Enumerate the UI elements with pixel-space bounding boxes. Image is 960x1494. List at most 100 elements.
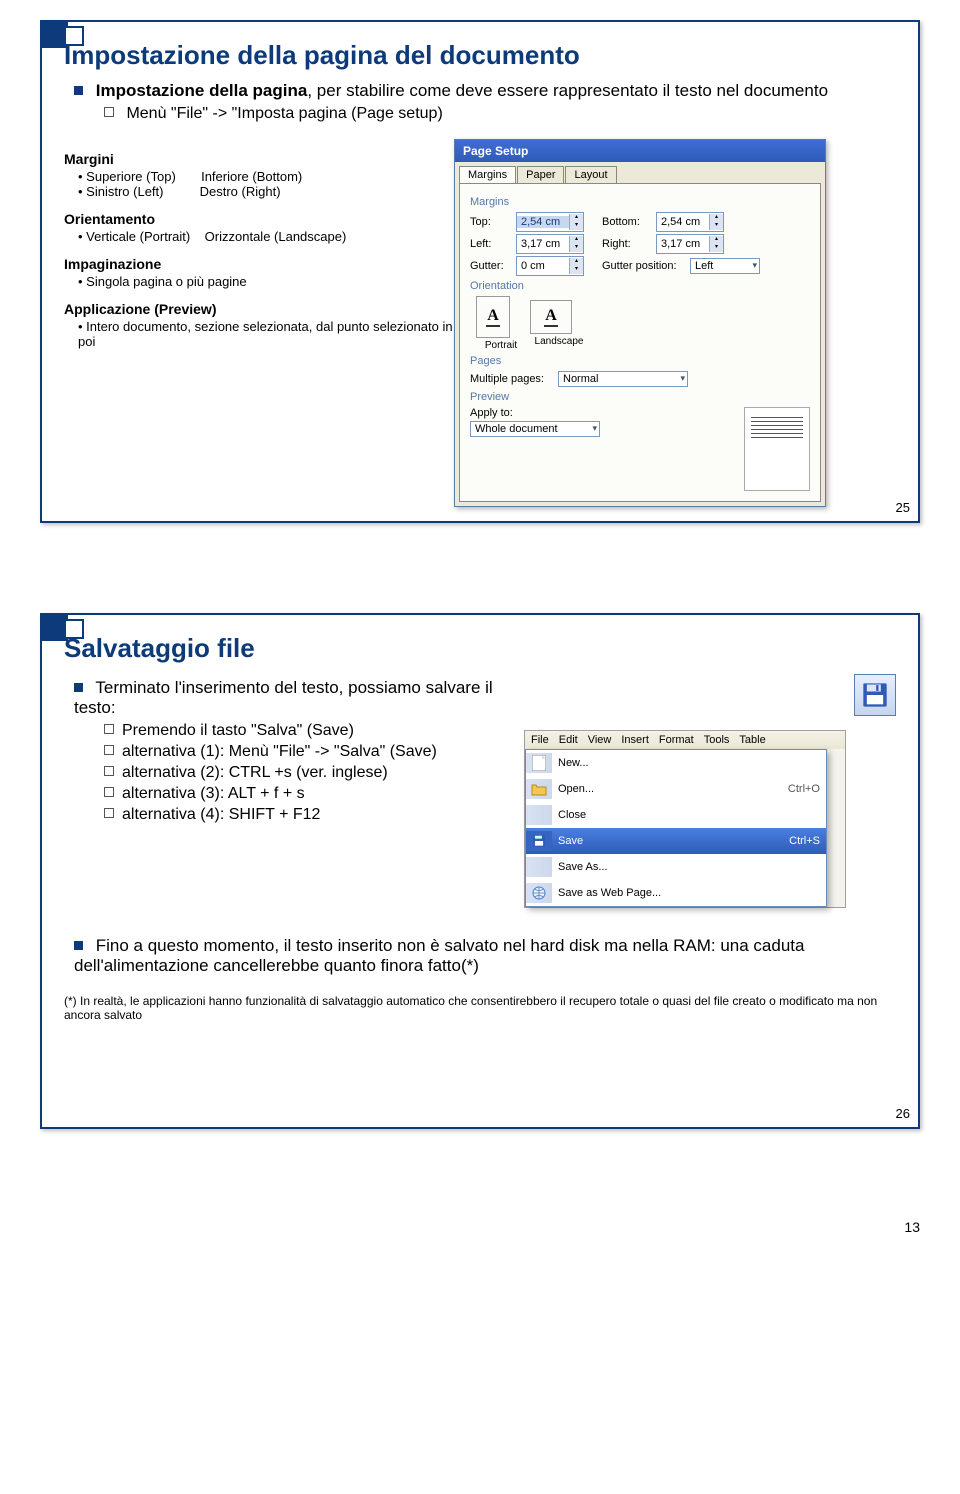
slide2-s4-text: alternativa (3): ALT + f + s (122, 785, 305, 802)
slide2-s4: alternativa (3): ALT + f + s (104, 785, 524, 803)
orient-horz-text: Orizzontale (Landscape) (205, 229, 347, 244)
group-margins: Margins (470, 196, 810, 208)
apply-dropdown[interactable]: Whole document (470, 421, 600, 437)
menu-new[interactable]: New... (526, 750, 826, 776)
bottom-spin[interactable]: 2,54 cm▴▾ (656, 212, 724, 232)
orient-row: Verticale (Portrait) Orizzontale (Landsc… (78, 229, 454, 244)
tab-layout[interactable]: Layout (565, 166, 616, 183)
menu-new-label: New... (558, 757, 820, 769)
slide2-s5: alternativa (4): SHIFT + F12 (104, 806, 524, 824)
folder-open-icon (526, 779, 552, 799)
slide2-right-col: File Edit View Insert Format Tools Table… (524, 674, 896, 908)
margin-top-text: Superiore (Top) (86, 169, 176, 184)
gutpos-dropdown[interactable]: Left (690, 258, 760, 274)
slide2-footnote: (*) In realtà, le applicazioni hanno fun… (64, 994, 896, 1022)
slide2-title: Salvataggio file (64, 633, 896, 664)
menu-save[interactable]: Save Ctrl+S (526, 828, 826, 854)
spin-up-icon[interactable]: ▴ (569, 258, 583, 266)
bullet-open-icon (104, 745, 114, 755)
blank-icon (526, 857, 552, 877)
slide1-title: Impostazione della pagina del documento (64, 40, 896, 71)
gutter-value[interactable]: 0 cm (517, 260, 569, 272)
menu-table[interactable]: Table (739, 734, 765, 746)
landscape-label: Landscape (530, 336, 588, 347)
slide2-s1: Premendo il tasto "Salva" (Save) (104, 722, 524, 740)
orient-landscape-btn[interactable]: A Landscape (530, 300, 588, 347)
bullet-open-icon (104, 107, 114, 117)
spin-down-icon[interactable]: ▾ (709, 222, 723, 230)
menu-file[interactable]: File (531, 734, 549, 746)
dialog-body: Margins Top: 2,54 cm▴▾ Bottom: 2,54 cm▴▾… (459, 183, 821, 502)
slide2-p2: Fino a questo momento, il testo inserito… (74, 936, 896, 976)
menu-saveweb-label: Save as Web Page... (558, 887, 820, 899)
portrait-label: Portrait (476, 340, 526, 351)
group-orientation: Orientation (470, 280, 810, 292)
top-label: Top: (470, 216, 512, 228)
group-preview: Preview (470, 391, 810, 403)
apply-label: Apply to: (470, 407, 600, 419)
slide2-p1: Terminato l'inserimento del testo, possi… (74, 678, 524, 718)
menu-saveas[interactable]: Save As... (526, 854, 826, 880)
orient-vert-text: Verticale (Portrait) (86, 229, 190, 244)
app-label: Applicazione (Preview) (64, 301, 454, 317)
menu-close-label: Close (558, 809, 820, 821)
right-label: Right: (602, 238, 652, 250)
spin-down-icon[interactable]: ▾ (709, 244, 723, 252)
spin-down-icon[interactable]: ▾ (569, 244, 583, 252)
spin-up-icon[interactable]: ▴ (709, 236, 723, 244)
page-setup-dialog-wrap: Page Setup Margins Paper Layout Margins … (454, 139, 896, 507)
menu-edit[interactable]: Edit (559, 734, 578, 746)
menu-open[interactable]: Open... Ctrl+O (526, 776, 826, 802)
bullet-open-icon (104, 766, 114, 776)
gutter-label: Gutter: (470, 260, 512, 272)
tab-margins[interactable]: Margins (459, 166, 516, 183)
page-setup-dialog: Page Setup Margins Paper Layout Margins … (454, 139, 826, 507)
menu-tools[interactable]: Tools (704, 734, 730, 746)
slide1-number: 25 (896, 500, 910, 515)
blank-doc-icon (526, 753, 552, 773)
preview-thumb (744, 407, 810, 491)
spin-down-icon[interactable]: ▾ (569, 222, 583, 230)
dialog-tabs: Margins Paper Layout (455, 162, 825, 183)
tab-paper[interactable]: Paper (517, 166, 564, 183)
menu-close[interactable]: Close (526, 802, 826, 828)
right-value[interactable]: 3,17 cm (657, 238, 709, 250)
floppy-small-icon (526, 831, 552, 851)
gutter-spin[interactable]: 0 cm▴▾ (516, 256, 584, 276)
bullet-square-icon (74, 941, 83, 950)
slide1-left-col: Margini Superiore (Top) Inferiore (Botto… (64, 139, 454, 507)
left-value[interactable]: 3,17 cm (517, 238, 569, 250)
dialog-titlebar[interactable]: Page Setup (455, 140, 825, 162)
spin-up-icon[interactable]: ▴ (709, 214, 723, 222)
bottom-value[interactable]: 2,54 cm (657, 216, 709, 228)
page-number: 13 (40, 1219, 920, 1235)
margin-row-left: Sinistro (Left) Destro (Right) (78, 184, 454, 199)
spin-down-icon[interactable]: ▾ (569, 266, 583, 274)
right-spin[interactable]: 3,17 cm▴▾ (656, 234, 724, 254)
slide2-s1-text: Premendo il tasto "Salva" (Save) (122, 722, 354, 739)
left-spin[interactable]: 3,17 cm▴▾ (516, 234, 584, 254)
menu-format[interactable]: Format (659, 734, 694, 746)
margins-label: Margini (64, 151, 454, 167)
menu-saveweb[interactable]: Save as Web Page... (526, 880, 826, 906)
margin-left-text: Sinistro (Left) (86, 184, 163, 199)
slide1-intro-rest: , per stabilire come deve essere rappres… (307, 81, 828, 100)
menu-insert[interactable]: Insert (621, 734, 649, 746)
multiple-label: Multiple pages: (470, 373, 554, 385)
app-text: Intero documento, sezione selezionata, d… (78, 319, 454, 349)
gutpos-label: Gutter position: (602, 260, 686, 272)
slide1-sub1: Menù "File" -> "Imposta pagina (Page set… (104, 105, 896, 123)
top-spin[interactable]: 2,54 cm▴▾ (516, 212, 584, 232)
menu-view[interactable]: View (588, 734, 612, 746)
spin-up-icon[interactable]: ▴ (569, 214, 583, 222)
slide1-intro: Impostazione della pagina, per stabilire… (74, 81, 896, 101)
multiple-dropdown[interactable]: Normal (558, 371, 688, 387)
spin-up-icon[interactable]: ▴ (569, 236, 583, 244)
bullet-open-icon (104, 787, 114, 797)
bullet-square-icon (74, 86, 83, 95)
top-value[interactable]: 2,54 cm (517, 216, 569, 228)
globe-icon (526, 883, 552, 903)
orient-portrait-btn[interactable]: A Portrait (476, 296, 526, 351)
orient-label: Orientamento (64, 211, 454, 227)
save-floppy-icon[interactable] (854, 674, 896, 716)
